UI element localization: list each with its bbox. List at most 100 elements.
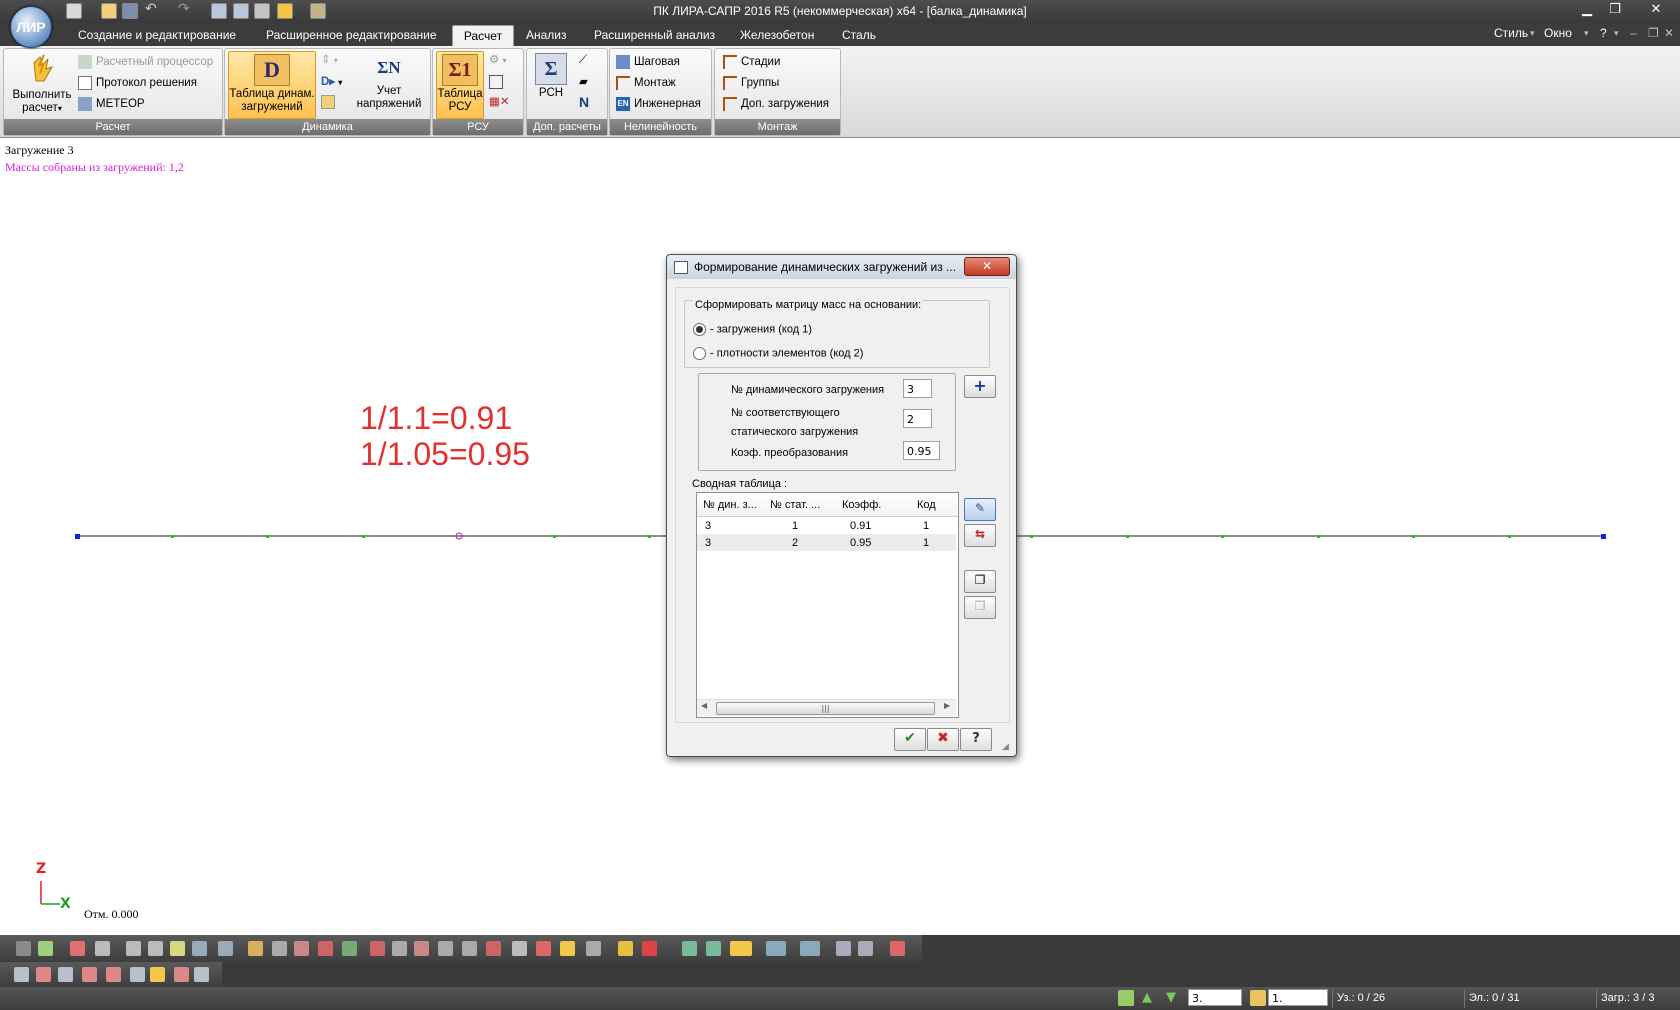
dialog-close-button[interactable]: ✕ bbox=[964, 257, 1010, 276]
combo-select[interactable]: 1. bbox=[1268, 989, 1328, 1006]
stress-account-button[interactable]: ΣN Учет напряжений bbox=[351, 51, 427, 111]
model-icon[interactable] bbox=[211, 3, 227, 19]
window-menu[interactable]: Окно bbox=[1544, 26, 1572, 40]
extra-sub-3[interactable]: N bbox=[579, 93, 589, 111]
view-icon[interactable] bbox=[218, 941, 233, 956]
col-coef[interactable]: Коэфф. bbox=[842, 499, 881, 511]
app-logo-icon[interactable]: ЛИР bbox=[10, 6, 52, 48]
copy-button[interactable]: ❐ bbox=[964, 570, 996, 593]
processor-button[interactable]: Расчетный процессор bbox=[78, 53, 213, 71]
cancel-button[interactable]: ✖ bbox=[927, 728, 959, 751]
ucs-icon[interactable] bbox=[890, 941, 905, 956]
view-back-icon[interactable] bbox=[36, 967, 51, 982]
iso-icon[interactable] bbox=[836, 941, 851, 956]
nl-montage-button[interactable]: Монтаж bbox=[616, 74, 676, 92]
frame2-icon[interactable] bbox=[392, 941, 407, 956]
view-top-icon[interactable] bbox=[106, 967, 121, 982]
restore-doc-icon[interactable]: ❐ bbox=[1648, 26, 1659, 40]
chevron-down-icon[interactable]: ▾ bbox=[1614, 28, 1619, 39]
flag-icon[interactable] bbox=[342, 941, 357, 956]
extra-sub-2[interactable]: ▰ bbox=[579, 73, 588, 91]
resize-grip-icon[interactable]: ◢ bbox=[1002, 742, 1009, 752]
pointer-icon[interactable] bbox=[560, 941, 575, 956]
close-doc-icon[interactable]: ✕ bbox=[1664, 26, 1674, 40]
search-icon[interactable] bbox=[512, 941, 527, 956]
search-x-icon[interactable] bbox=[536, 941, 551, 956]
yz-plane-icon[interactable] bbox=[800, 941, 820, 956]
tab-advanced-edit[interactable]: Расширенное редактирование bbox=[260, 25, 443, 46]
pencil-icon[interactable] bbox=[618, 941, 633, 956]
dialog-title-bar[interactable]: Формирование динамических загружений из … bbox=[667, 255, 1016, 279]
chevron-down-icon[interactable]: ▾ bbox=[1584, 28, 1589, 39]
open-file-icon[interactable] bbox=[101, 3, 117, 19]
meteor-button[interactable]: МЕТЕОР bbox=[78, 95, 145, 113]
scroll-left-icon[interactable]: ◀ bbox=[701, 701, 707, 710]
step-button[interactable]: Шаговая bbox=[616, 53, 680, 71]
static-load-input[interactable]: 2 bbox=[903, 409, 932, 428]
combo-icon[interactable] bbox=[1250, 990, 1266, 1006]
arrow-up-icon[interactable]: ▲ bbox=[1142, 990, 1152, 1005]
extra-loads-button[interactable]: Доп. загружения bbox=[723, 95, 829, 113]
frame5-icon[interactable] bbox=[462, 941, 477, 956]
frame6-icon[interactable] bbox=[486, 941, 501, 956]
rotate-view-icon[interactable] bbox=[858, 941, 873, 956]
zoom-icon[interactable] bbox=[148, 941, 163, 956]
run-calculation-button[interactable]: Выполнить расчет▾ bbox=[8, 51, 76, 115]
run-calc-icon[interactable] bbox=[277, 3, 293, 19]
redo-icon[interactable]: ↷ bbox=[178, 2, 192, 17]
filter-icon[interactable] bbox=[272, 941, 287, 956]
tab-create-edit[interactable]: Создание и редактирование bbox=[72, 25, 242, 46]
dyn-sub-button-1[interactable]: ⇕ ▾ bbox=[321, 51, 338, 69]
view-iso-icon[interactable] bbox=[150, 967, 165, 982]
xy-plane-icon[interactable] bbox=[766, 941, 786, 956]
help-icon[interactable]: ? bbox=[1600, 26, 1607, 40]
option-loads-radio[interactable]: - загружения (код 1) bbox=[693, 323, 812, 336]
view-left-icon[interactable] bbox=[58, 967, 73, 982]
zoom-out-icon[interactable] bbox=[95, 941, 110, 956]
print-icon[interactable] bbox=[254, 3, 270, 19]
col-code[interactable]: Код bbox=[917, 499, 936, 511]
results-icon[interactable] bbox=[310, 3, 326, 19]
view-cube-icon[interactable] bbox=[194, 967, 209, 982]
fragment-icon[interactable] bbox=[248, 941, 263, 956]
add-button[interactable]: + bbox=[964, 375, 996, 398]
xz-plane-icon[interactable] bbox=[730, 941, 752, 956]
engineering-button[interactable]: EN Инженерная bbox=[616, 95, 701, 113]
frame4-icon[interactable] bbox=[438, 941, 453, 956]
save-icon[interactable] bbox=[122, 3, 138, 19]
axes-icon[interactable] bbox=[682, 941, 697, 956]
model2-icon[interactable] bbox=[233, 3, 249, 19]
frame-icon[interactable] bbox=[370, 941, 385, 956]
zoom-window-icon[interactable] bbox=[126, 941, 141, 956]
dyn-load-input[interactable]: 3 bbox=[903, 379, 932, 398]
table-row[interactable]: 3 1 0.91 1 bbox=[697, 517, 956, 534]
rsu-sub-3[interactable]: ▦✕ bbox=[489, 93, 510, 111]
mirror-icon[interactable] bbox=[294, 941, 309, 956]
coef-input[interactable]: 0.95 bbox=[903, 441, 940, 460]
scroll-right-icon[interactable]: ▶ bbox=[944, 701, 950, 710]
summary-table[interactable]: № дин. з... № стат. ... Коэфф. Код 3 1 0… bbox=[696, 492, 959, 718]
maximize-icon[interactable]: ❐ bbox=[1604, 2, 1626, 18]
nodes-icon[interactable] bbox=[318, 941, 333, 956]
axes2-icon[interactable] bbox=[706, 941, 721, 956]
arrow-down-icon[interactable]: ▼ bbox=[1166, 990, 1176, 1005]
col-dyn[interactable]: № дин. з... bbox=[703, 499, 757, 511]
edit-row-button[interactable]: ✎ bbox=[964, 498, 996, 521]
minimize-icon[interactable]: ▁ bbox=[1576, 2, 1598, 18]
dyn-sub-button-2[interactable]: D▸ ▾ bbox=[321, 73, 342, 91]
grid-icon[interactable] bbox=[70, 941, 85, 956]
extra-sub-1[interactable]: ⟋ bbox=[579, 51, 587, 69]
rsu-table-button[interactable]: Σ1 Таблица РСУ bbox=[436, 51, 484, 119]
fit-icon[interactable] bbox=[170, 941, 185, 956]
view-front-icon[interactable] bbox=[14, 967, 29, 982]
chevron-down-icon[interactable]: ▾ bbox=[1530, 28, 1535, 39]
rsn-button[interactable]: Σ РСН bbox=[531, 51, 571, 100]
paste-button[interactable]: ❐ bbox=[964, 596, 996, 619]
rotate-icon[interactable] bbox=[192, 941, 207, 956]
load-select[interactable]: 3. bbox=[1188, 989, 1242, 1006]
view-right-icon[interactable] bbox=[82, 967, 97, 982]
angle-icon[interactable] bbox=[586, 941, 601, 956]
option-density-radio[interactable]: - плотности элементов (код 2) bbox=[693, 347, 863, 360]
scroll-thumb[interactable]: ||| bbox=[716, 702, 935, 715]
help-button[interactable]: ? bbox=[960, 728, 992, 751]
